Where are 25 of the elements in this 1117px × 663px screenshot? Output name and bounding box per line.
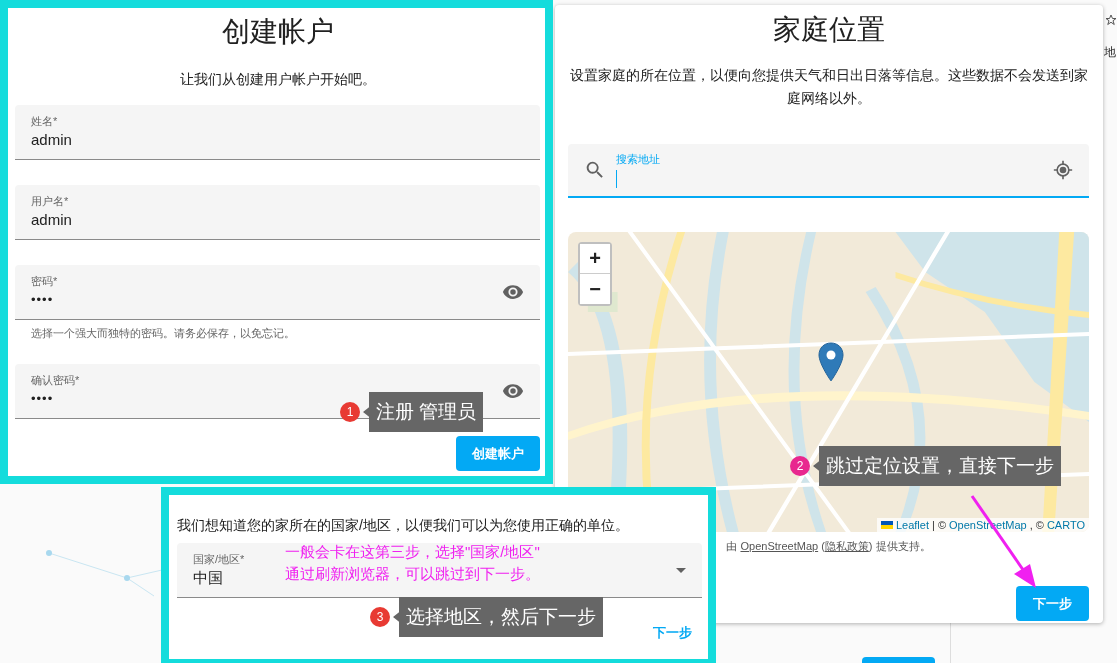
- annotation-note: 一般会卡在这第三步，选择"国家/地区" 通过刷新浏览器，可以跳过到下一步。: [285, 542, 540, 584]
- attribution-text: , ©: [1029, 519, 1044, 531]
- field-label: 搜索地址: [616, 152, 660, 166]
- helper-text: 选择一个强大而独特的密码。请务必保存，以免忘记。: [30, 326, 296, 341]
- callout-tooltip: 注册 管理员: [363, 392, 484, 432]
- field-label: 密码*: [31, 274, 58, 288]
- description: 我们想知道您的家所在的国家/地区，以便我们可以为您使用正确的单位。: [177, 516, 629, 535]
- field-value: ••••: [31, 291, 54, 309]
- callout-tooltip: 选择地区，然后下一步: [393, 597, 603, 637]
- field-value: admin: [31, 210, 72, 230]
- powered-by-text: 由 OpenStreetMap (隐私政策) 提供支持。: [726, 539, 931, 554]
- callout-tooltip: 跳过定位设置，直接下一步: [813, 446, 1061, 486]
- field-value: admin: [31, 130, 72, 150]
- subtitle: 让我们从创建用户帐户开始吧。: [179, 70, 376, 89]
- field-label: 确认密码*: [31, 373, 80, 387]
- field-label: 国家/地区*: [193, 552, 245, 566]
- field-value: 中国: [193, 568, 223, 588]
- field-label: 用户名*: [31, 194, 69, 208]
- description: 设置家庭的所在位置，以便向您提供天气和日出日落等信息。这些数据不会发送到家庭网络以外。: [568, 66, 1089, 108]
- window-title: 家庭位置: [772, 13, 885, 47]
- window-title: 创建帐户: [221, 15, 334, 49]
- background-text: 地: [1104, 45, 1116, 59]
- field-value: ••••: [31, 390, 54, 408]
- attribution-text: | ©: [932, 519, 946, 531]
- field-label: 姓名*: [31, 114, 58, 128]
